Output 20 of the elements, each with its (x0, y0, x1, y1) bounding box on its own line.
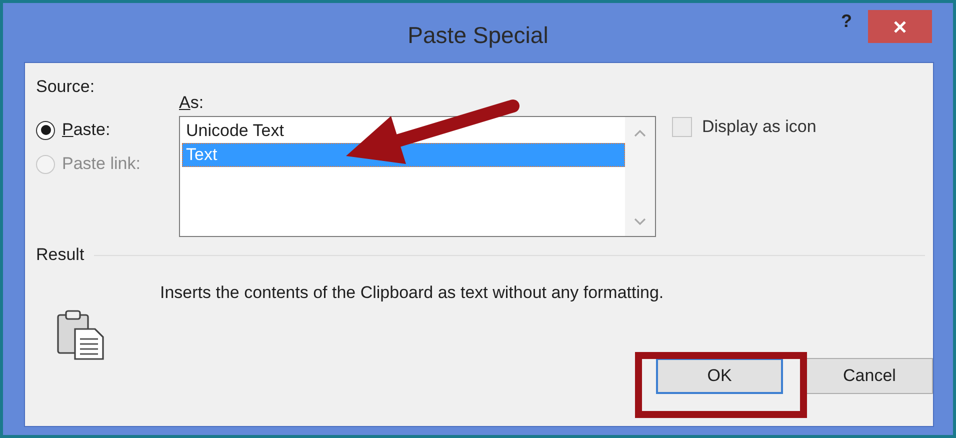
dialog-button[interactable]: Cancel (806, 358, 933, 394)
dialog-button[interactable]: OK (656, 358, 783, 394)
close-button[interactable] (868, 10, 932, 43)
list-item[interactable]: Unicode Text (182, 119, 625, 143)
help-button[interactable]: ? (837, 11, 856, 32)
radio-label[interactable]: Paste: (62, 120, 110, 140)
clipboard-icon (55, 309, 107, 361)
format-list[interactable]: Unicode Text Text (179, 116, 656, 237)
as-label: As: (179, 93, 205, 113)
result-label: Result (36, 245, 84, 265)
window-title: Paste Special (408, 22, 548, 49)
result-description: Inserts the contents of the Clipboard as text without any formatting. (160, 283, 665, 303)
scroll-up-icon[interactable] (634, 129, 646, 137)
close-icon (893, 20, 907, 34)
checkbox[interactable] (672, 117, 692, 137)
checkbox-label[interactable]: Display as icon (702, 117, 816, 137)
radio-button[interactable] (36, 120, 55, 140)
scroll-down-icon[interactable] (634, 218, 646, 226)
source-label: Source: (36, 77, 96, 97)
scrollbar[interactable] (625, 117, 655, 236)
